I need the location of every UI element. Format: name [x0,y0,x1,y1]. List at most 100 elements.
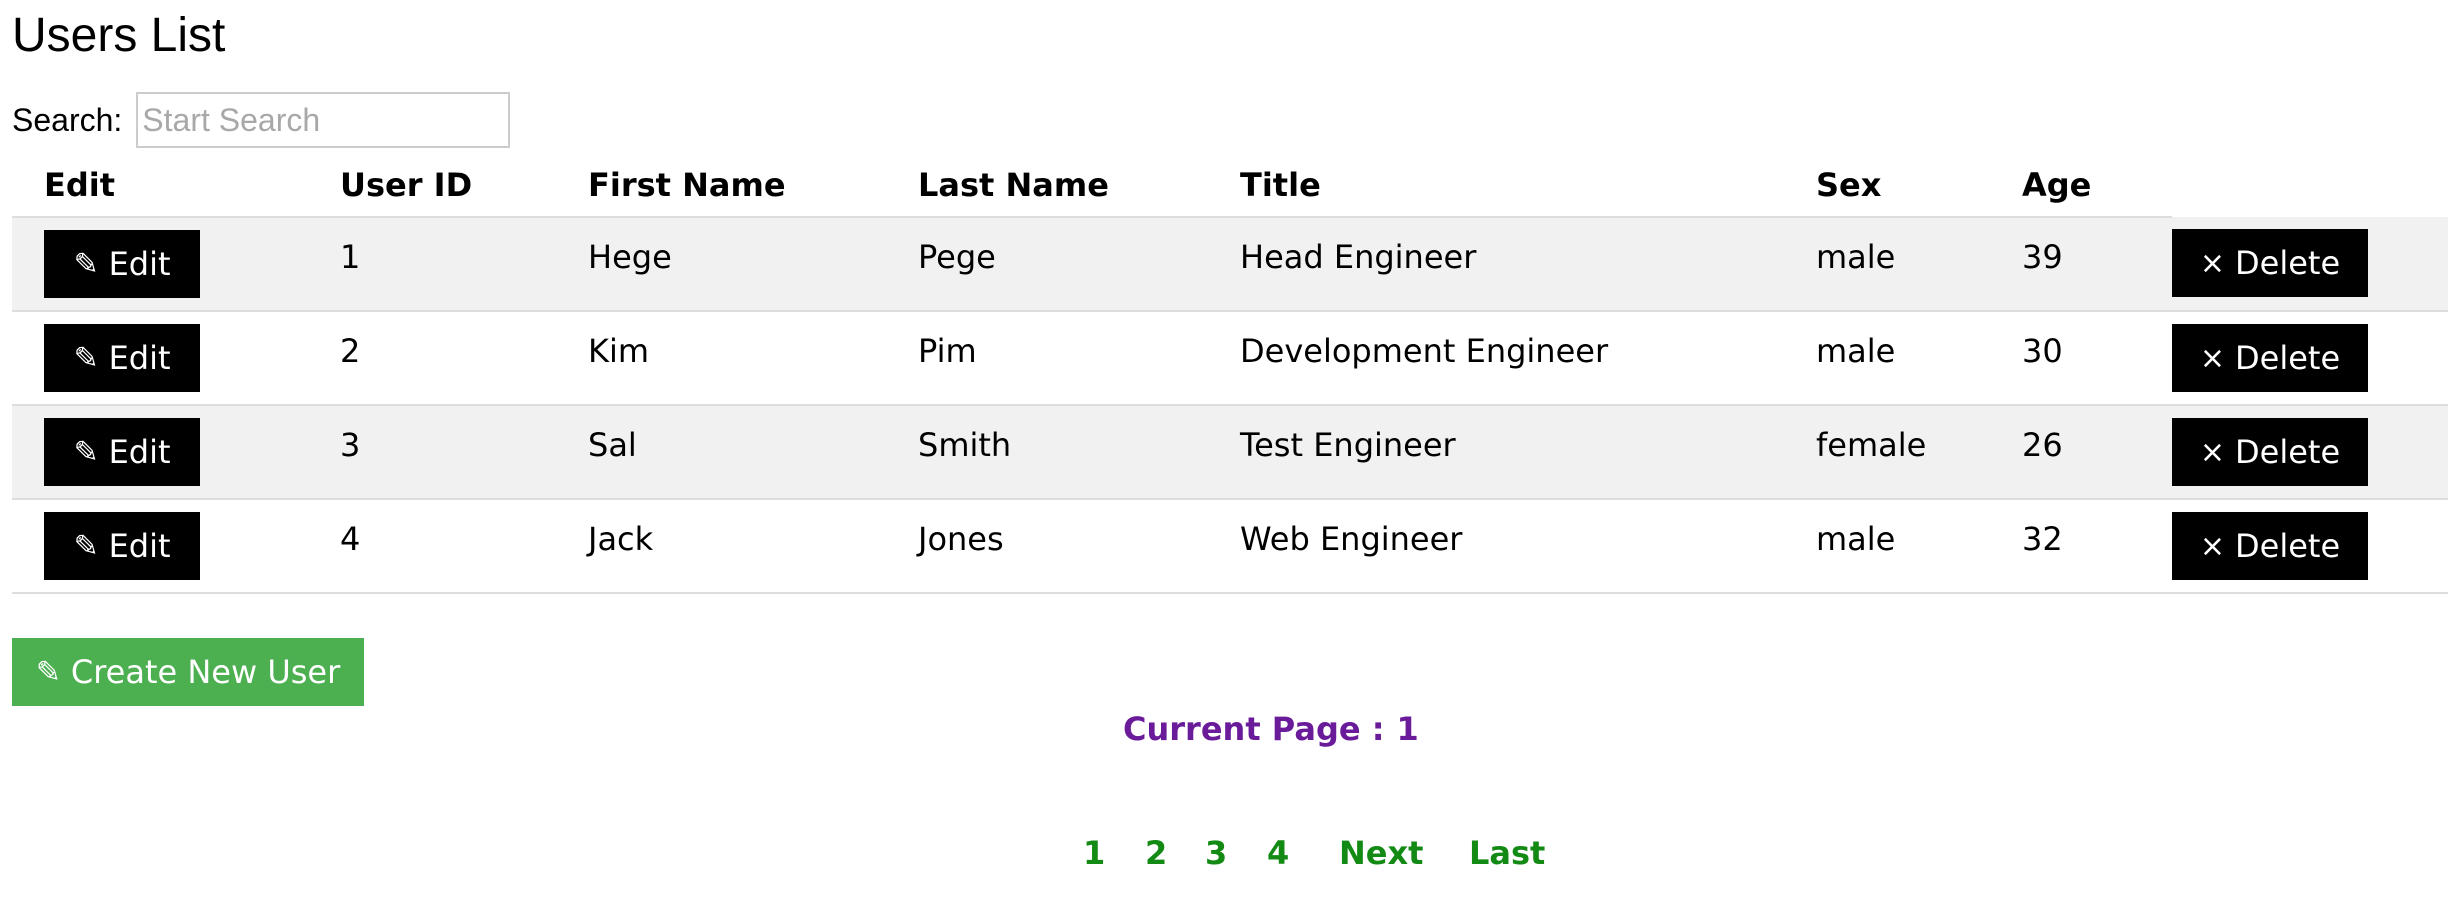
delete-button-label: Delete [2235,433,2341,471]
job-title: Test Engineer [1240,426,1456,464]
user-id-cell: 2 [340,311,588,406]
delete-button-label: Delete [2235,244,2341,282]
title-cell: Development Engineer [1240,311,1816,406]
table-row: ✎ Edit 3 Sal Smith Test Engineer female 26 × Dele… [12,405,2448,500]
delete-button[interactable]: × Delete [2172,324,2368,392]
next-page-link[interactable]: Next [1339,832,1423,874]
table-row: ✎ Edit 2 Kim Pim Development Engineer male 30 × D… [12,311,2448,406]
first-name-cell: Jack [588,499,918,594]
last-name-cell: Pege [918,217,1240,312]
first-name: Hege [588,238,672,276]
create-new-user-label: Create New User [70,653,341,691]
first-name-cell: Kim [588,311,918,406]
age-cell: 30 [2022,311,2172,406]
edit-button-label: Edit [108,245,171,283]
age: 26 [2022,426,2063,464]
sex: male [1816,332,1896,370]
delete-cell: × Delete [2172,405,2448,500]
current-page-label: Current Page : [1123,710,1385,748]
page-title: Users List [12,9,226,62]
edit-button[interactable]: ✎ Edit [44,418,200,486]
delete-button-label: Delete [2235,527,2341,565]
table-header-row: Edit User ID First Name Last Name Title … [12,154,2448,218]
last-name: Jones [918,520,1004,558]
header-delete [2172,154,2448,217]
last-name-cell: Smith [918,405,1240,500]
pencil-icon: ✎ [73,434,99,470]
current-page-number: 1 [1396,710,1419,748]
sex-cell: male [1816,217,2022,312]
close-icon: × [2199,434,2225,470]
job-title: Web Engineer [1240,520,1463,558]
age: 30 [2022,332,2063,370]
sex-cell: male [1816,311,2022,406]
edit-button-label: Edit [108,433,171,471]
job-title: Head Engineer [1240,238,1477,276]
user-id-cell: 3 [340,405,588,500]
user-id-cell: 1 [340,217,588,312]
last-name: Pege [918,238,996,276]
age: 39 [2022,238,2063,276]
edit-cell: ✎ Edit [12,217,340,312]
first-name-cell: Sal [588,405,918,500]
job-title: Development Engineer [1240,332,1609,370]
current-page-indicator: Current Page : 1 [1123,708,1419,750]
user-id: 2 [340,332,361,370]
edit-button[interactable]: ✎ Edit [44,512,200,580]
last-page-link[interactable]: Last [1469,832,1545,874]
user-id: 4 [340,520,361,558]
age-cell: 26 [2022,405,2172,500]
pencil-icon: ✎ [73,528,99,564]
edit-cell: ✎ Edit [12,311,340,406]
close-icon: × [2199,528,2225,564]
edit-cell: ✎ Edit [12,499,340,594]
header-sex: Sex [1816,154,2022,218]
pencil-icon: ✎ [35,654,61,690]
first-name: Jack [588,520,654,558]
delete-cell: × Delete [2172,499,2448,594]
pencil-icon: ✎ [73,340,99,376]
title-cell: Test Engineer [1240,405,1816,500]
sex-cell: female [1816,405,2022,500]
edit-button[interactable]: ✎ Edit [44,324,200,392]
search-input[interactable] [136,92,511,148]
user-id: 1 [340,238,361,276]
page-link-4[interactable]: 4 [1267,832,1289,874]
header-last-name: Last Name [918,154,1240,218]
header-first-name: First Name [588,154,918,218]
delete-button[interactable]: × Delete [2172,229,2368,297]
first-name-cell: Hege [588,217,918,312]
last-name: Smith [918,426,1012,464]
title-cell: Web Engineer [1240,499,1816,594]
first-name: Kim [588,332,650,370]
delete-cell: × Delete [2172,217,2448,312]
age-cell: 39 [2022,217,2172,312]
users-table: Edit User ID First Name Last Name Title … [12,154,2448,594]
page-link-1[interactable]: 1 [1083,832,1105,874]
table-row: ✎ Edit 1 Hege Pege Head Engineer male 39 × Delete [12,217,2448,312]
delete-button[interactable]: × Delete [2172,512,2368,580]
last-name: Pim [918,332,977,370]
search-bar: Search: [12,92,511,148]
sex: male [1816,520,1896,558]
edit-button[interactable]: ✎ Edit [44,230,200,298]
close-icon: × [2199,245,2225,281]
sex-cell: male [1816,499,2022,594]
edit-button-label: Edit [108,527,171,565]
header-age: Age [2022,154,2172,218]
sex: female [1816,426,1927,464]
user-id-cell: 4 [340,499,588,594]
page-link-3[interactable]: 3 [1205,832,1227,874]
close-icon: × [2199,340,2225,376]
create-new-user-button[interactable]: ✎ Create New User [12,638,364,706]
delete-button[interactable]: × Delete [2172,418,2368,486]
user-id: 3 [340,426,361,464]
title-cell: Head Engineer [1240,217,1816,312]
table-row: ✎ Edit 4 Jack Jones Web Engineer male 32 × Delete [12,499,2448,594]
delete-button-label: Delete [2235,339,2341,377]
pencil-icon: ✎ [73,246,99,282]
delete-cell: × Delete [2172,311,2448,406]
page-link-2[interactable]: 2 [1145,832,1167,874]
age: 32 [2022,520,2063,558]
last-name-cell: Pim [918,311,1240,406]
